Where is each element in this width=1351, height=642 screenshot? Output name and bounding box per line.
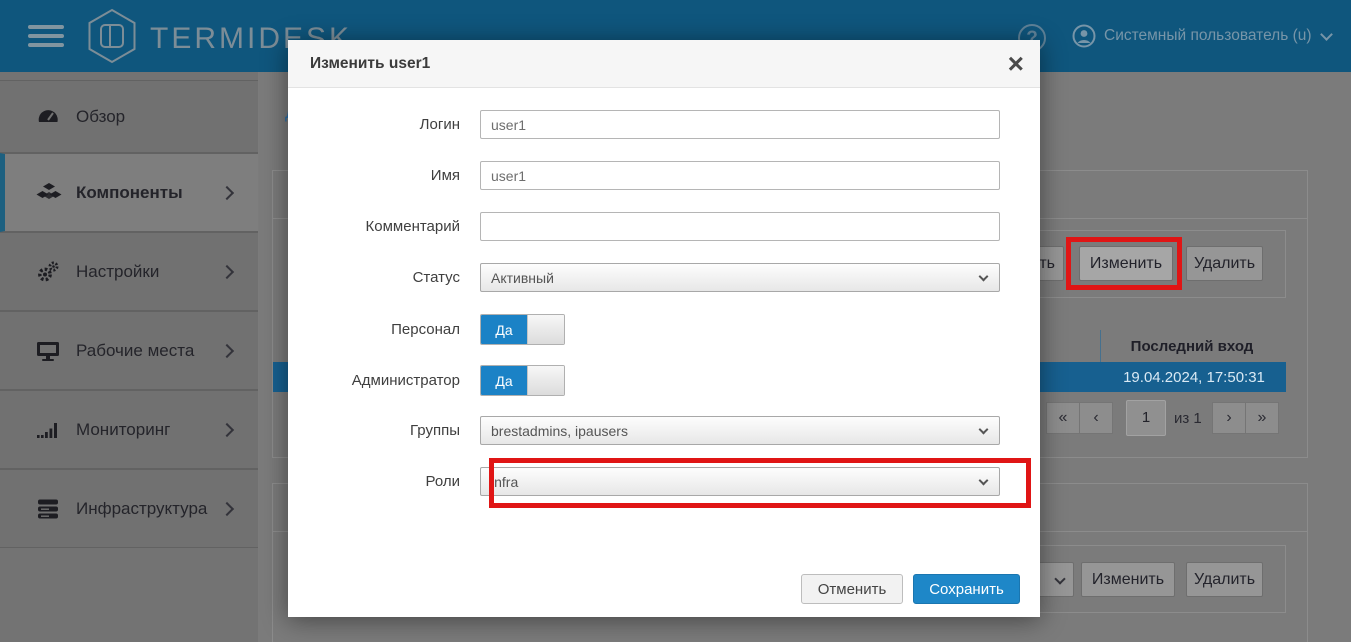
user-avatar-icon xyxy=(1072,24,1096,48)
screen: TERMIDESK ? Системный пользователь (u) О… xyxy=(0,0,1351,642)
sidebar-item-label: Обзор xyxy=(76,107,125,127)
delete-button-top[interactable]: Удалить xyxy=(1186,246,1263,281)
sidebar-nav: Обзор Компоненты Настро xyxy=(0,72,258,642)
dashboard-icon xyxy=(36,105,62,129)
chevron-down-icon xyxy=(979,272,989,282)
sidebar-item-monitoring[interactable]: Мониторинг xyxy=(0,390,258,469)
comment-label: Комментарий xyxy=(288,218,480,235)
chevron-right-icon xyxy=(220,185,234,199)
status-select-value: Активный xyxy=(491,270,554,286)
form-row-name: Имя xyxy=(288,161,1040,190)
chart-bars-icon xyxy=(36,418,62,442)
form-row-staff: Персонал Да xyxy=(288,314,1040,345)
login-input[interactable] xyxy=(480,110,1000,139)
name-label: Имя xyxy=(288,167,480,184)
sidebar-item-workplaces[interactable]: Рабочие места xyxy=(0,311,258,390)
pagination-first-button[interactable]: « xyxy=(1046,402,1080,434)
sidebar-item-label: Инфраструктура xyxy=(76,499,207,519)
admin-label: Администратор xyxy=(288,372,480,389)
edit-user-modal: Изменить user1 × Логин Имя Комментарий С… xyxy=(288,40,1040,617)
chevron-down-icon xyxy=(1320,28,1333,41)
pagination-of-label: из 1 xyxy=(1174,410,1202,427)
modal-header: Изменить user1 × xyxy=(288,40,1040,88)
pagination-next-button[interactable]: › xyxy=(1212,402,1246,434)
staff-toggle-on-label: Да xyxy=(481,315,527,344)
status-label: Статус xyxy=(288,269,480,286)
name-input[interactable] xyxy=(480,161,1000,190)
chevron-right-icon xyxy=(220,343,234,357)
toggle-knob xyxy=(527,315,564,344)
sidebar-item-label: Компоненты xyxy=(76,183,183,203)
chevron-down-icon xyxy=(979,425,989,435)
groups-label: Группы xyxy=(288,422,480,439)
edit-button-bottom[interactable]: Изменить xyxy=(1081,562,1175,597)
roles-select-value: infra xyxy=(491,474,518,490)
servers-icon xyxy=(36,497,62,521)
groups-select[interactable]: brestadmins, ipausers xyxy=(480,416,1000,445)
sidebar-item-label: Настройки xyxy=(76,262,159,282)
modal-title: Изменить user1 xyxy=(310,55,430,73)
delete-button-bottom[interactable]: Удалить xyxy=(1186,562,1263,597)
admin-toggle[interactable]: Да xyxy=(480,365,565,396)
chevron-right-icon xyxy=(220,264,234,278)
save-button[interactable]: Сохранить xyxy=(913,574,1020,604)
toggle-knob xyxy=(527,366,564,395)
form-row-admin: Администратор Да xyxy=(288,365,1040,396)
sidebar-item-infrastructure[interactable]: Инфраструктура xyxy=(0,469,258,548)
sidebar-item-overview[interactable]: Обзор xyxy=(0,80,258,153)
pagination-page-input[interactable]: 1 xyxy=(1126,400,1166,436)
staff-label: Персонал xyxy=(288,321,480,338)
form-row-status: Статус Активный xyxy=(288,263,1040,292)
form-row-roles: Роли infra xyxy=(288,467,1040,496)
roles-select[interactable]: infra xyxy=(480,467,1000,496)
user-menu-label: Системный пользователь (u) xyxy=(1104,27,1312,45)
groups-select-value: brestadmins, ipausers xyxy=(491,423,628,439)
cubes-icon xyxy=(36,181,62,205)
column-header-last-login: Последний вход xyxy=(1107,338,1277,355)
pagination-last-button[interactable]: » xyxy=(1245,402,1279,434)
gears-icon xyxy=(36,260,62,284)
user-menu[interactable]: Системный пользователь (u) xyxy=(1072,0,1331,72)
cancel-button[interactable]: Отменить xyxy=(801,574,903,604)
sidebar-item-settings[interactable]: Настройки xyxy=(0,232,258,311)
modal-body: Логин Имя Комментарий Статус Активный Пе… xyxy=(288,88,1040,496)
chevron-right-icon xyxy=(220,501,234,515)
login-label: Логин xyxy=(288,116,480,133)
termidesk-hexagon-icon xyxy=(84,8,140,64)
last-login-cell: 19.04.2024, 17:50:31 xyxy=(1102,369,1286,386)
chevron-right-icon xyxy=(220,422,234,436)
sidebar-item-label: Мониторинг xyxy=(76,420,170,440)
form-row-groups: Группы brestadmins, ipausers xyxy=(288,416,1040,445)
modal-footer: Отменить Сохранить xyxy=(801,574,1020,604)
chevron-down-icon xyxy=(1054,573,1065,584)
status-select[interactable]: Активный xyxy=(480,263,1000,292)
desktop-icon xyxy=(36,339,62,363)
roles-label: Роли xyxy=(288,473,480,490)
admin-toggle-on-label: Да xyxy=(481,366,527,395)
staff-toggle[interactable]: Да xyxy=(480,314,565,345)
hamburger-menu-icon[interactable] xyxy=(28,25,64,47)
chevron-down-icon xyxy=(979,476,989,486)
sidebar-item-label: Рабочие места xyxy=(76,341,194,361)
form-row-login: Логин xyxy=(288,110,1040,139)
close-icon[interactable]: × xyxy=(1008,48,1024,80)
edit-button-top[interactable]: Изменить xyxy=(1079,246,1173,281)
form-row-comment: Комментарий xyxy=(288,212,1040,241)
sidebar-item-components[interactable]: Компоненты xyxy=(0,153,258,232)
pagination-prev-button[interactable]: ‹ xyxy=(1079,402,1113,434)
comment-input[interactable] xyxy=(480,212,1000,241)
